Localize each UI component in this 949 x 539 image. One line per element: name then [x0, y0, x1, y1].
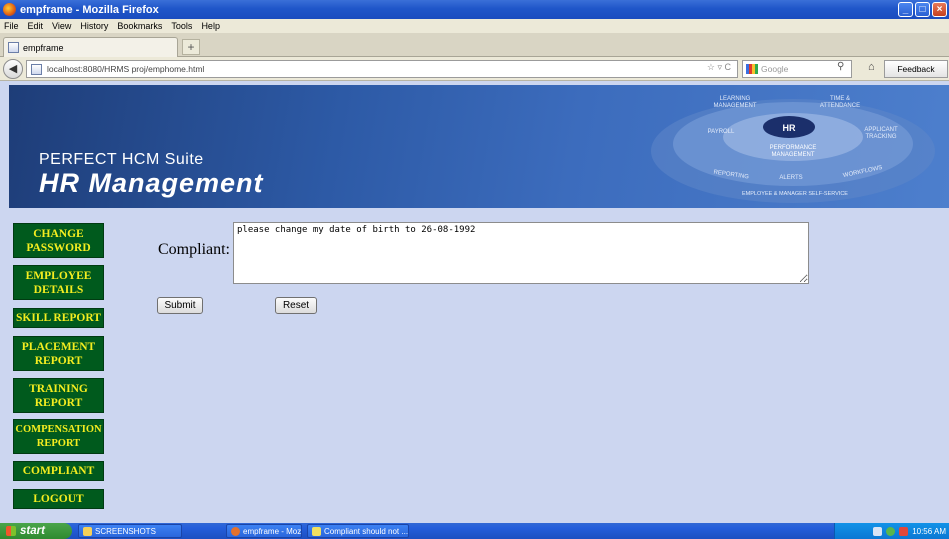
- menu-edit[interactable]: Edit: [28, 21, 44, 31]
- menu-tools[interactable]: Tools: [171, 21, 192, 31]
- navigation-bar: ◀ localhost:8080/HRMS proj/emphome.html …: [0, 57, 949, 81]
- screen: empframe - Mozilla Firefox _ □ × File Ed…: [0, 0, 949, 539]
- wheel-time-2: ATTENDANCE: [820, 103, 860, 109]
- maximize-button[interactable]: □: [915, 2, 930, 17]
- taskbar-item-label: SCREENSHOTS: [95, 526, 156, 536]
- windows-taskbar: start SCREENSHOTS empframe - Mozilla Fir…: [0, 523, 949, 539]
- wheel-applicant-2: TRACKING: [865, 134, 896, 140]
- wheel-center: HR: [783, 123, 796, 133]
- back-button[interactable]: ◀: [3, 59, 23, 79]
- firefox-icon: [3, 3, 16, 16]
- tab-strip: empframe +: [0, 33, 949, 57]
- window-controls: _ □ ×: [898, 2, 947, 17]
- url-bar-tools[interactable]: ☆ ▿ C: [707, 62, 731, 73]
- clock: 10:56 AM: [912, 526, 946, 536]
- search-icon[interactable]: ⚲: [837, 61, 844, 72]
- security-icon[interactable]: [886, 526, 896, 536]
- wheel-time-1: TIME &: [830, 96, 850, 102]
- alert-icon[interactable]: [899, 526, 909, 536]
- sidebar-item-logout[interactable]: LOGOUT: [13, 489, 104, 509]
- wheel-alerts: ALERTS: [779, 175, 802, 181]
- sidebar-item-placement-report[interactable]: PLACEMENT REPORT: [13, 336, 104, 371]
- menu-history[interactable]: History: [80, 21, 108, 31]
- wheel-learning-2: MANAGEMENT: [713, 103, 756, 109]
- wheel-learning-1: LEARNING: [720, 96, 751, 102]
- menu-bookmarks[interactable]: Bookmarks: [117, 21, 162, 31]
- taskbar-item-label: Compliant should not ...: [324, 526, 409, 536]
- tab-empframe[interactable]: empframe: [3, 37, 178, 57]
- banner-title: HR Management: [39, 168, 264, 198]
- feedback-button[interactable]: Feedback: [884, 60, 948, 78]
- document-icon: [312, 526, 321, 536]
- compliant-label: Compliant:: [158, 241, 230, 258]
- wheel-applicant-1: APPLICANT: [864, 127, 898, 133]
- home-icon[interactable]: ⌂: [868, 61, 875, 73]
- menu-file[interactable]: File: [4, 21, 19, 31]
- wheel-performance-1: PERFORMANCE: [770, 145, 817, 151]
- wheel-employee: EMPLOYEE & MANAGER SELF-SERVICE: [742, 191, 848, 197]
- sidebar-item-compensation-report[interactable]: COMPENSATION REPORT: [13, 419, 104, 454]
- url-text: localhost:8080/HRMS proj/emphome.html: [47, 64, 205, 74]
- taskbar-item-compliant[interactable]: Compliant should not ...: [307, 524, 409, 538]
- new-tab-button[interactable]: +: [182, 39, 200, 55]
- window-title-bar[interactable]: empframe - Mozilla Firefox _ □ ×: [0, 0, 949, 19]
- system-tray: 10:56 AM: [834, 523, 949, 539]
- site-icon: [31, 63, 42, 75]
- sidebar-item-training-report[interactable]: TRAINING REPORT: [13, 378, 104, 413]
- wheel-performance-2: MANAGEMENT: [771, 152, 814, 158]
- network-icon[interactable]: [873, 526, 883, 536]
- hr-banner: PERFECT HCM Suite HR Management HR LEARN…: [9, 85, 949, 208]
- reset-button[interactable]: Reset: [275, 297, 317, 314]
- sidebar-item-compliant[interactable]: COMPLIANT: [13, 461, 104, 481]
- menu-bar: File Edit View History Bookmarks Tools H…: [0, 19, 949, 33]
- url-bar[interactable]: localhost:8080/HRMS proj/emphome.html ☆ …: [26, 60, 738, 78]
- minimize-button[interactable]: _: [898, 2, 913, 17]
- folder-icon: [83, 526, 92, 536]
- search-bar[interactable]: Google: [742, 60, 852, 78]
- banner-subtitle: PERFECT HCM Suite: [39, 151, 204, 168]
- sidebar-item-employee-details[interactable]: EMPLOYEE DETAILS: [13, 265, 104, 300]
- wheel-payroll: PAYROLL: [708, 129, 735, 135]
- sidebar-item-skill-report[interactable]: SKILL REPORT: [13, 308, 104, 328]
- taskbar-item-firefox[interactable]: empframe - Mozilla Fir...: [226, 524, 302, 538]
- windows-logo-icon: [6, 526, 16, 536]
- back-arrow-icon: ◀: [8, 63, 18, 75]
- menu-view[interactable]: View: [52, 21, 71, 31]
- taskbar-item-screenshots[interactable]: SCREENSHOTS: [78, 524, 182, 538]
- start-button[interactable]: start: [0, 523, 72, 539]
- close-button[interactable]: ×: [932, 2, 947, 17]
- submit-button[interactable]: Submit: [157, 297, 203, 314]
- hcm-wheel-graphic: HR LEARNING MANAGEMENT TIME & ATTENDANCE…: [651, 96, 935, 203]
- firefox-icon: [231, 526, 240, 536]
- search-placeholder: Google: [761, 64, 789, 74]
- page-icon: [8, 42, 19, 53]
- start-label: start: [20, 525, 45, 537]
- tab-label: empframe: [23, 42, 64, 53]
- compliant-textarea[interactable]: [233, 222, 809, 284]
- sidebar-item-change-password[interactable]: CHANGE PASSWORD: [13, 223, 104, 258]
- menu-help[interactable]: Help: [201, 21, 220, 31]
- google-icon: [746, 64, 758, 74]
- taskbar-item-label: empframe - Mozilla Fir...: [243, 526, 302, 536]
- window-title: empframe - Mozilla Firefox: [20, 3, 159, 16]
